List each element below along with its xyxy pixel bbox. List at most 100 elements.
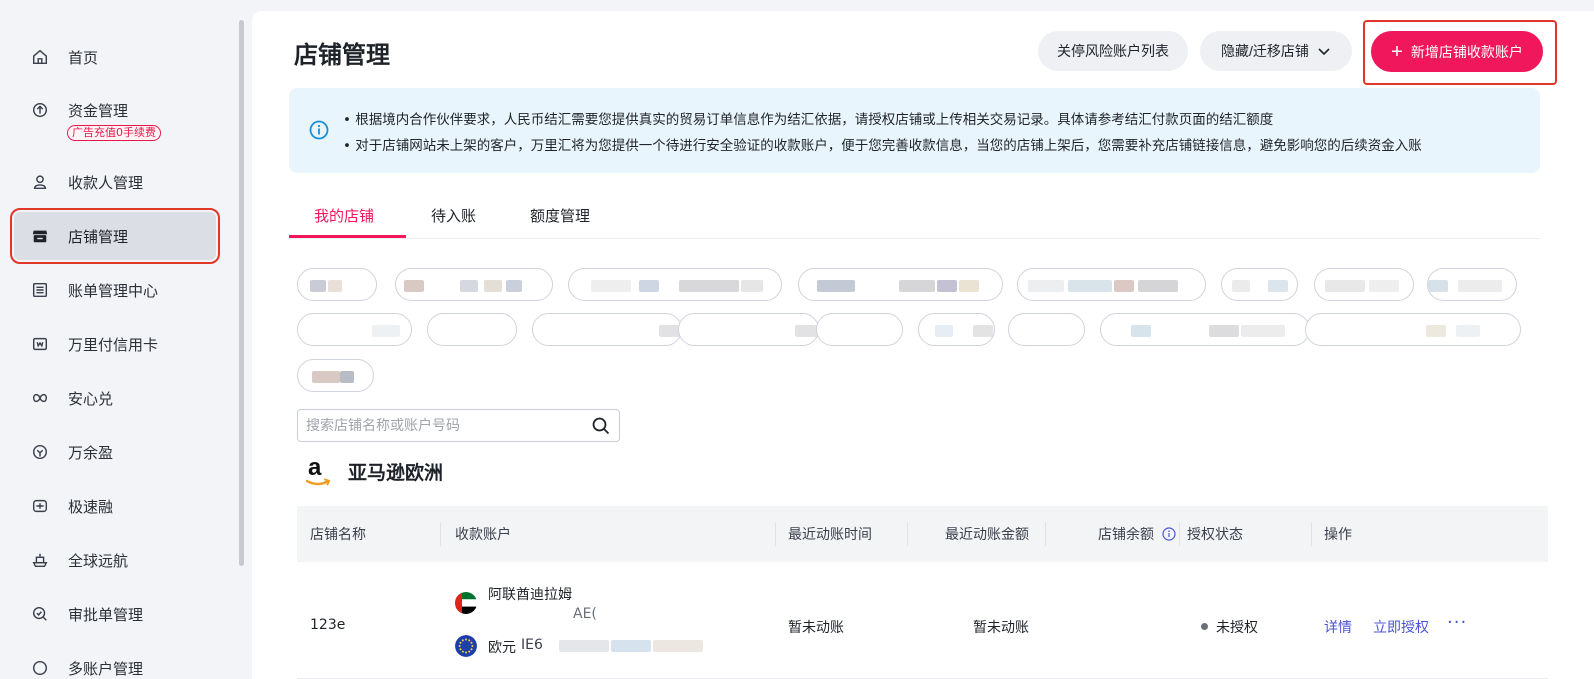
sidebar-item-finance[interactable]: 极速融: [14, 482, 216, 530]
obscured-text: [1268, 280, 1288, 292]
store-chip[interactable]: [297, 313, 412, 346]
table-row[interactable]: 123e 阿联酋迪拉姆 AE( 欧元 IE6 暂未动账 暂未动账 未授权 详情 …: [297, 562, 1548, 679]
store-chip[interactable]: [568, 268, 782, 301]
store-chip[interactable]: [395, 268, 553, 301]
store-name: 123e: [310, 617, 346, 633]
obscured-text: [310, 280, 326, 292]
sidebar-item-label: 首页: [68, 48, 99, 67]
sidebar-scrollbar[interactable]: [239, 20, 244, 566]
sidebar-item-credit-card[interactable]: 万里付信用卡: [14, 320, 216, 368]
obscured-text: [639, 280, 659, 292]
info-icon: [309, 120, 329, 140]
column-divider: [1311, 522, 1312, 546]
home-icon: [30, 47, 50, 67]
obscured-text: [1232, 280, 1250, 292]
sidebar-item-home[interactable]: 首页: [14, 33, 216, 81]
store-chip[interactable]: [532, 313, 682, 346]
hide-migrate-store-button[interactable]: 隐藏/迁移店铺: [1200, 31, 1352, 71]
search-input[interactable]: [306, 416, 576, 436]
last-transaction-time: 暂未动账: [788, 620, 844, 636]
sidebar-item-approval[interactable]: 审批单管理: [14, 590, 216, 638]
sidebar-item-store[interactable]: 店铺管理: [10, 208, 220, 264]
sidebar-item-multi-account[interactable]: 多账户管理: [14, 644, 216, 679]
account-number: IE6: [521, 637, 543, 653]
column-header: 最近动账金额: [945, 527, 1029, 543]
sidebar-item-ship[interactable]: 全球远航: [14, 536, 216, 584]
store-chip[interactable]: [1314, 268, 1414, 301]
obscured-text: [328, 280, 342, 292]
obscured-text: [935, 325, 953, 337]
sidebar-item-yield[interactable]: 万余盈: [14, 428, 216, 476]
store-chip[interactable]: [1008, 313, 1085, 346]
promo-badge: 广告充值0手续费: [67, 125, 161, 141]
sidebar-item-payee[interactable]: 收款人管理: [14, 158, 216, 206]
tab-quota[interactable]: 额度管理: [530, 205, 590, 226]
obscured-text: [679, 280, 739, 292]
search-box: [297, 409, 620, 442]
store-chip[interactable]: [1017, 268, 1206, 301]
tab-pending[interactable]: 待入账: [431, 205, 476, 226]
store-chip[interactable]: [816, 313, 903, 346]
store-chip[interactable]: [918, 313, 995, 346]
risk-account-list-button[interactable]: 关停风险账户列表: [1038, 31, 1188, 71]
sidebar-item-label: 极速融: [68, 497, 114, 516]
obscured-text: [1241, 325, 1285, 337]
obscured-text: [1325, 280, 1365, 292]
store-chip[interactable]: [1221, 268, 1298, 301]
obscured-text: [741, 280, 763, 292]
sidebar-item-label: 店铺管理: [68, 227, 129, 246]
store-chip[interactable]: [427, 313, 517, 346]
detail-link[interactable]: 详情: [1324, 617, 1352, 637]
sidebar-item-bills[interactable]: 账单管理中心: [14, 266, 216, 314]
hide-migrate-label: 隐藏/迁移店铺: [1221, 43, 1309, 59]
store-chip[interactable]: [297, 268, 377, 301]
active-tab-indicator: [289, 235, 406, 238]
obscured-text: [1028, 280, 1064, 292]
obscured-text: [312, 371, 340, 383]
store-chip[interactable]: [1100, 313, 1310, 346]
authorize-now-link[interactable]: 立即授权: [1373, 617, 1429, 637]
sidebar-item-label: 收款人管理: [68, 173, 144, 192]
obscured-text: [1209, 325, 1239, 337]
auth-status: 未授权: [1201, 617, 1258, 637]
column-divider: [775, 522, 776, 546]
tab-my-stores[interactable]: 我的店铺: [314, 205, 374, 226]
store-chip[interactable]: [1305, 313, 1521, 346]
obscured-account: [611, 640, 651, 652]
table-header: 店铺名称 收款账户 最近动账时间 最近动账金额 店铺余额 授权状态 操作: [297, 506, 1548, 562]
obscured-text: [1428, 280, 1448, 292]
obscured-text: [591, 280, 631, 292]
obscured-text: [484, 280, 502, 292]
info-icon[interactable]: [1162, 527, 1177, 541]
platform-title: 亚马逊欧洲: [348, 461, 444, 484]
obscured-text: [340, 371, 354, 383]
sidebar-item-label: 全球远航: [68, 551, 129, 570]
last-transaction-amount: 暂未动账: [973, 620, 1029, 636]
main-panel: 店铺管理 关停风险账户列表 隐藏/迁移店铺 + 新增店铺收款账户 • 根据境内合…: [252, 11, 1594, 679]
obscured-text: [1456, 325, 1480, 337]
obscured-text: [973, 325, 993, 337]
plus-icon: +: [1391, 40, 1403, 63]
store-chip[interactable]: [798, 268, 1003, 301]
store-chip[interactable]: [678, 313, 819, 346]
obscured-text: [817, 280, 855, 292]
column-header: 店铺余额: [1098, 527, 1154, 543]
sidebar-item-exchange[interactable]: 安心兑: [14, 374, 216, 422]
payee-icon: [30, 172, 50, 192]
store-chip[interactable]: [1427, 268, 1517, 301]
balance-header: 店铺余额: [1098, 524, 1177, 544]
add-store-account-button[interactable]: + 新增店铺收款账户: [1371, 31, 1543, 72]
ship-icon: [30, 550, 50, 570]
eu-flag-icon: [455, 635, 477, 657]
exchange-icon: [30, 388, 50, 408]
search-icon[interactable]: [591, 416, 611, 436]
uae-flag-icon: [455, 592, 477, 614]
obscured-text: [460, 280, 478, 292]
store-chip[interactable]: [297, 359, 374, 392]
obscured-text: [1138, 280, 1178, 292]
page-title: 店铺管理: [294, 41, 390, 69]
sidebar-item-label: 资金管理: [68, 101, 129, 120]
approval-icon: [30, 604, 50, 624]
more-actions-button[interactable]: ···: [1447, 612, 1467, 633]
auth-status-label: 未授权: [1216, 620, 1258, 636]
